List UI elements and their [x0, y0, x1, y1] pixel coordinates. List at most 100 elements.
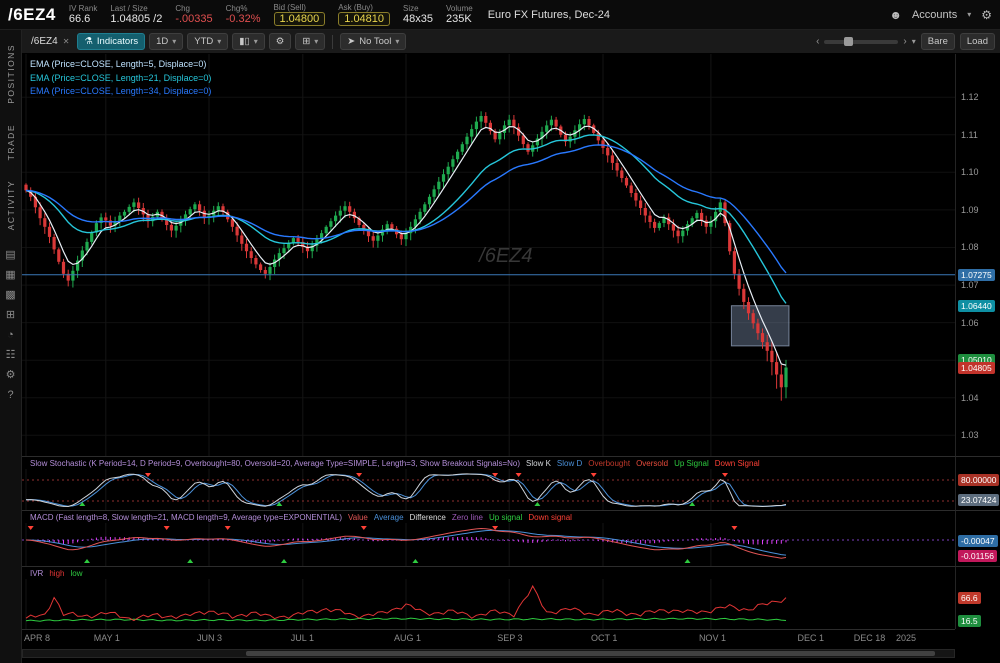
calendar-icon[interactable]: ▩ [5, 290, 15, 301]
date-label: 2025 [896, 633, 916, 643]
candlestick-chart[interactable]: /6EZ4 [22, 54, 955, 456]
ivr-panel[interactable]: IVR high low [22, 566, 955, 629]
stat-last-size: Last / Size 1.04805 /2 [110, 4, 162, 26]
sidebar-tab-positions[interactable]: POSITIONS [6, 34, 16, 114]
zoom-out-icon[interactable]: ‹ [816, 36, 819, 47]
scrollbar-handle[interactable] [246, 651, 935, 656]
sidebar-tab-trade[interactable]: TRADE [6, 114, 16, 170]
chevron-down-icon: ▾ [314, 37, 318, 46]
zoom-slider[interactable] [824, 40, 898, 44]
ivr-chart[interactable] [22, 579, 955, 629]
macd-title: MACD (Fast length=8, Slow length=21, MAC… [30, 513, 342, 522]
price-badge: 1.04805 [958, 362, 995, 374]
price-tick: 1.03 [961, 430, 979, 440]
legend-overbought: Overbought [588, 459, 630, 468]
stat-label: Size [403, 4, 433, 13]
price-badge: 1.07275 [958, 269, 995, 281]
chevron-down-icon: ▾ [254, 37, 258, 46]
chevron-down-icon: ▾ [217, 37, 221, 46]
chart-icon[interactable]: ▦ [5, 270, 15, 281]
stochastic-panel[interactable]: Slow Stochastic (K Period=14, D Period=9… [22, 456, 955, 510]
price-tick: 1.09 [961, 205, 979, 215]
legend-average: Average [374, 513, 404, 522]
pie-icon[interactable]: ◔ [7, 330, 14, 341]
legend-value: Value [348, 513, 368, 522]
stat-value: -.00335 [175, 13, 212, 26]
person-icon: ☻ [889, 8, 902, 22]
chevron-down-icon: ▾ [395, 37, 399, 46]
stoch-badge: 23.07424 [958, 494, 999, 506]
legend-oversold: Oversold [636, 459, 668, 468]
chart-type-dropdown[interactable]: ▮▯ ▾ [232, 33, 264, 50]
stat-label: Ask (Buy) [338, 3, 390, 12]
chevron-down-icon: ▾ [967, 10, 971, 19]
toolbar-separator [332, 35, 333, 49]
timeframe-dropdown[interactable]: 1D ▾ [149, 33, 183, 50]
price-axis: 1.121.111.101.091.081.071.061.051.041.03… [955, 54, 1000, 456]
stat-value: -0.32% [226, 13, 261, 26]
date-label: JUN 3 [197, 633, 222, 643]
stat-value: 48x35 [403, 13, 433, 26]
ask-button[interactable]: 1.04810 [338, 12, 390, 27]
price-tick: 1.11 [961, 130, 978, 140]
close-icon[interactable]: ✕ [63, 37, 70, 46]
trading-platform-window: /6EZ4 IV Rank 66.6 Last / Size 1.04805 /… [0, 0, 1000, 663]
list-icon[interactable]: ☷ [6, 350, 16, 361]
chevron-down-icon[interactable]: ▾ [912, 37, 916, 46]
zoom-in-icon[interactable]: › [903, 36, 906, 47]
legend-high: high [49, 569, 64, 578]
macd-panel[interactable]: MACD (Fast length=8, Slow length=21, MAC… [22, 510, 955, 566]
chart-symbol-tab-label: /6EZ4 [31, 36, 58, 47]
date-label: JUL 1 [291, 633, 314, 643]
indicators-button[interactable]: ⚗ Indicators [77, 33, 145, 50]
load-label: Load [967, 36, 988, 47]
legend-zero-line: Zero line [452, 513, 483, 522]
gear-icon[interactable]: ⚙ [981, 8, 992, 22]
stochastic-chart[interactable] [22, 469, 955, 510]
sidebar-icons: ▤ ▦ ▩ ⊞ ◔ ☷ ⚙ ? [5, 250, 15, 401]
monitor-icon[interactable]: ▤ [5, 250, 15, 261]
stat-chg-pct: Chg% -0.32% [226, 4, 261, 26]
macd-badge: -0.00047 [958, 535, 998, 547]
stat-label: Chg% [226, 4, 261, 13]
zoom-slider-handle[interactable] [844, 37, 853, 46]
stochastic-title: Slow Stochastic (K Period=14, D Period=9… [30, 459, 520, 468]
range-label: YTD [194, 36, 213, 47]
contract-description: Euro FX Futures, Dec-24 [488, 9, 610, 21]
stat-value: 235K [446, 13, 473, 26]
price-tick: 1.04 [961, 393, 979, 403]
range-dropdown[interactable]: YTD ▾ [187, 33, 228, 50]
macd-chart[interactable] [22, 523, 955, 566]
legend-down-signal: Down Signal [715, 459, 760, 468]
layout-dropdown[interactable]: ⊞ ▾ [295, 33, 325, 50]
help-icon[interactable]: ? [7, 390, 13, 401]
price-tick: 1.07 [961, 280, 979, 290]
drawing-tool-dropdown[interactable]: ➤ No Tool ▾ [340, 33, 406, 50]
sidebar-tab-activity[interactable]: ACTIVITY [6, 170, 16, 240]
gear-icon[interactable]: ⚙ [6, 370, 16, 381]
stat-value: 66.6 [69, 13, 97, 26]
main-chart[interactable]: /6EZ4 [22, 54, 955, 456]
macd-label: MACD (Fast length=8, Slow length=21, MAC… [22, 511, 955, 523]
toolbar-right: ‹ › ▾ Bare Load [816, 33, 995, 50]
legend-slow-d: Slow D [557, 459, 582, 468]
accounts-menu[interactable]: Accounts [912, 9, 957, 21]
legend-up-signal: Up Signal [674, 459, 709, 468]
chart-symbol-tab[interactable]: /6EZ4 ✕ [27, 36, 73, 47]
stat-label: Last / Size [110, 4, 162, 13]
bid-button[interactable]: 1.04800 [274, 12, 326, 27]
load-button[interactable]: Load [960, 33, 995, 50]
stat-chg: Chg -.00335 [175, 4, 212, 26]
stat-bid: Bid (Sell) 1.04800 [274, 3, 326, 27]
macd-badge: -0.01156 [958, 550, 997, 562]
symbol-title[interactable]: /6EZ4 [8, 5, 56, 25]
stat-value: 1.04805 /2 [110, 13, 162, 26]
bare-button[interactable]: Bare [921, 33, 955, 50]
stat-label: Chg [175, 4, 212, 13]
apps-grid-icon[interactable]: ⊞ [6, 310, 15, 321]
timeframe-label: 1D [156, 36, 168, 47]
legend-slow-k: Slow K [526, 459, 551, 468]
chart-scrollbar[interactable] [22, 649, 955, 658]
bare-label: Bare [928, 36, 948, 47]
chart-settings-button[interactable]: ⚙ [269, 33, 292, 50]
